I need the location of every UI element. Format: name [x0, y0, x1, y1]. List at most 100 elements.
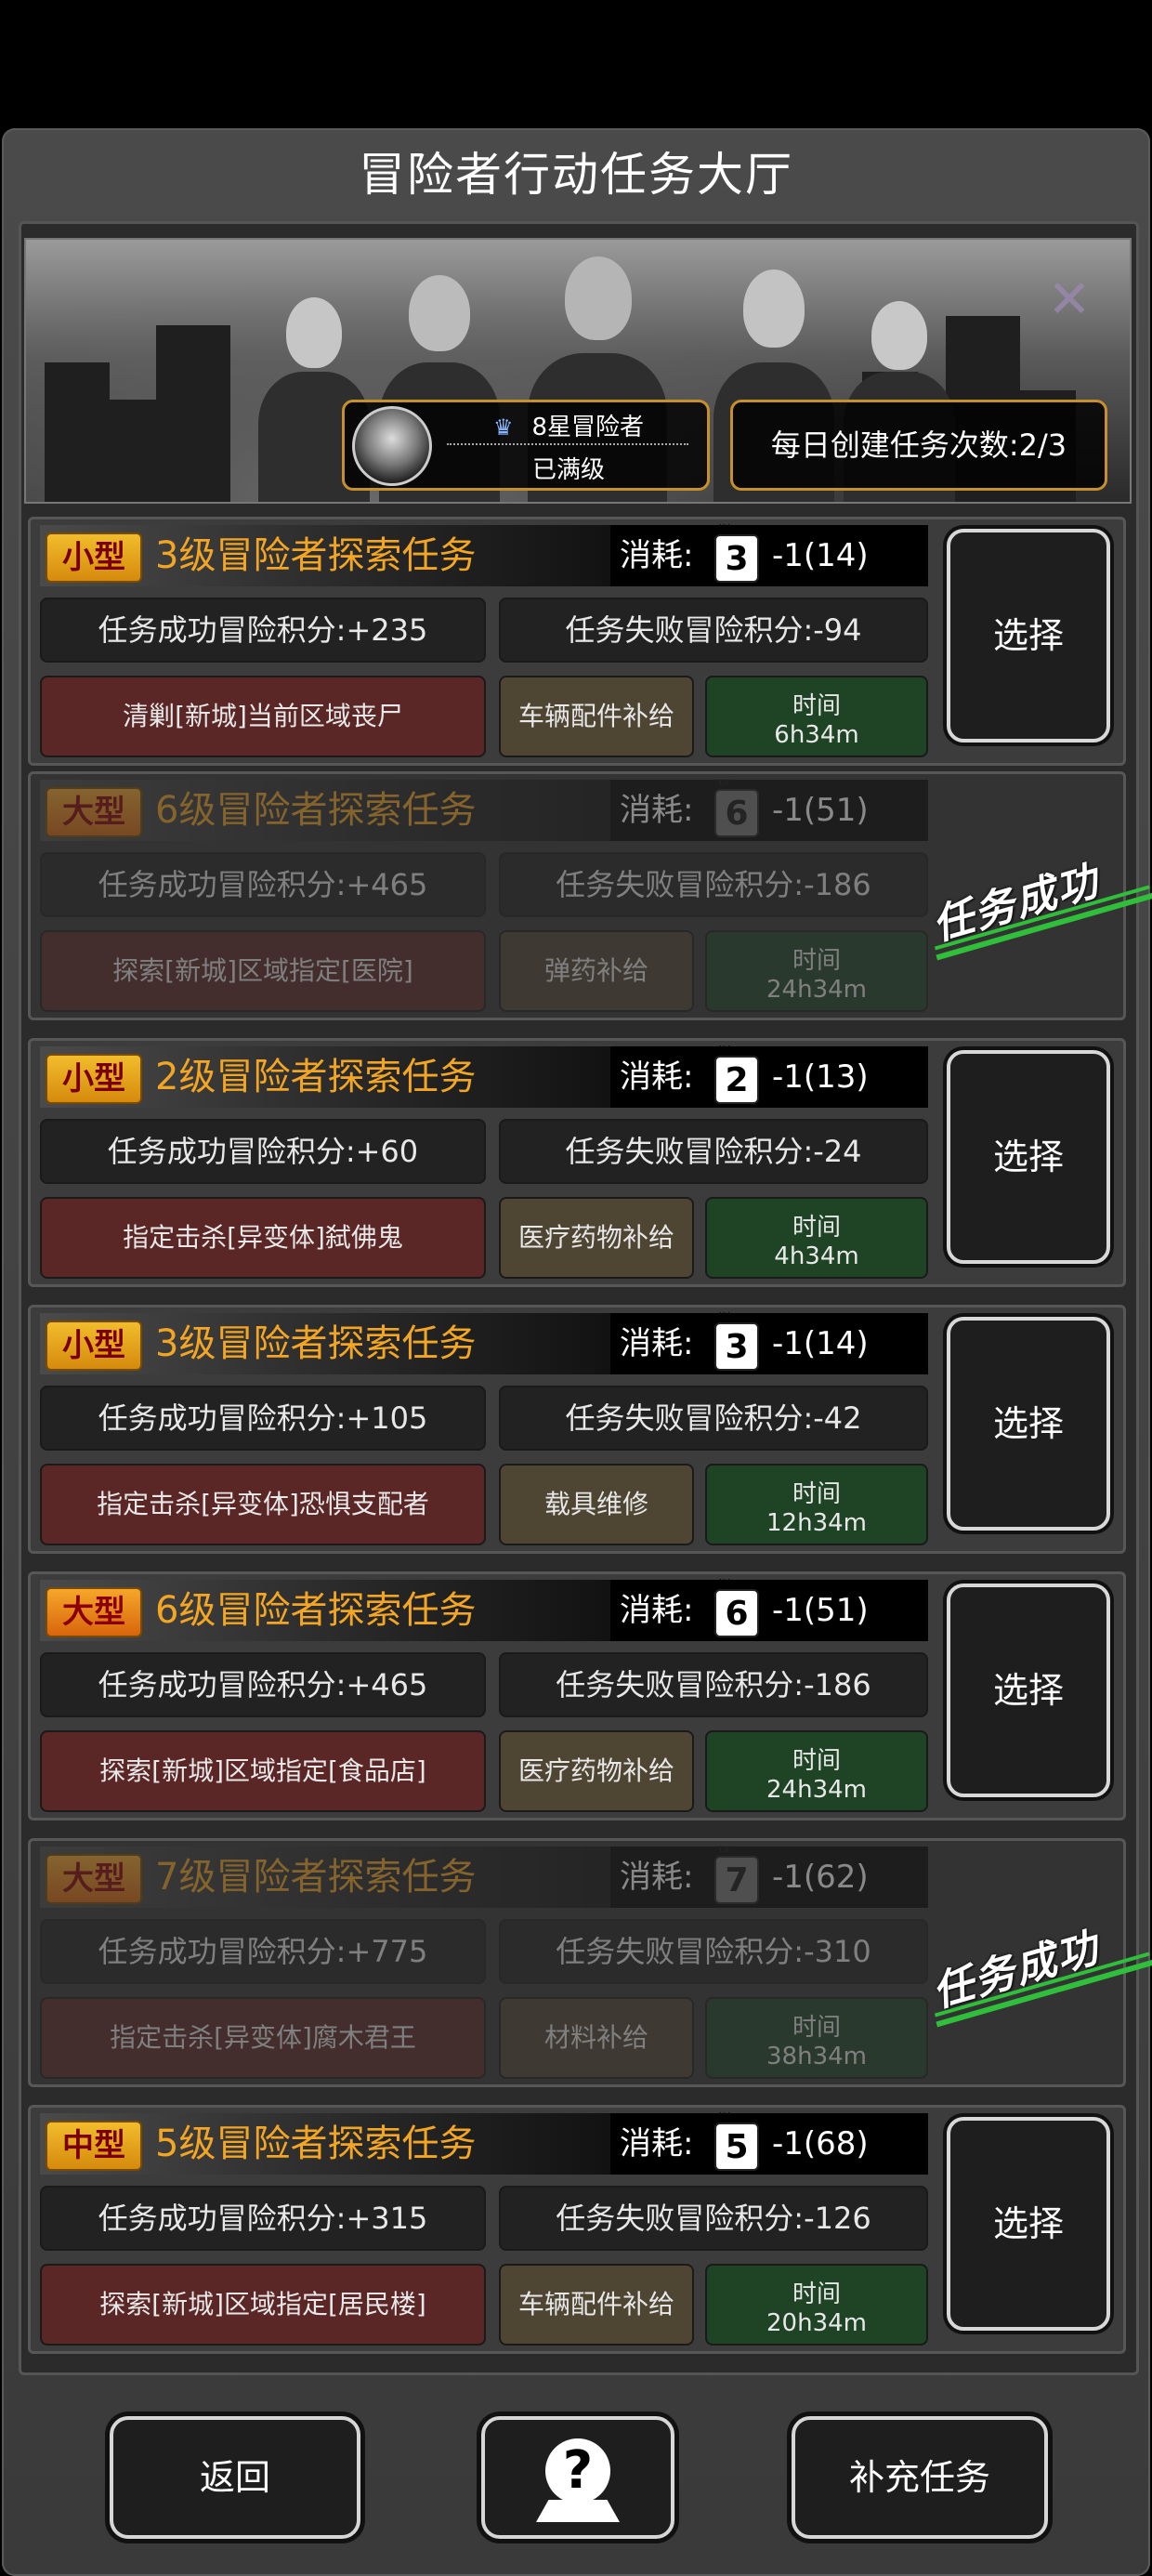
- mission-reward: 载具维修: [499, 1464, 694, 1545]
- select-button[interactable]: 选择: [947, 2117, 1110, 2331]
- help-button[interactable]: ?: [481, 2416, 674, 2539]
- mission-name: 3级冒险者探索任务: [155, 1322, 477, 1365]
- crown-icon: ♛: [492, 414, 514, 440]
- success-points: 任务成功冒险积分:+775: [40, 1919, 486, 1984]
- cost-label: 消耗:: [620, 1859, 694, 1896]
- mission-time: 时间 38h34m: [705, 1997, 928, 2079]
- time-label: 时间: [792, 2280, 841, 2308]
- level-card-icon: 7: [714, 1845, 759, 1904]
- mission-size-tag: 小型: [46, 1321, 142, 1371]
- fail-points: 任务失败冒险积分:-94: [499, 598, 928, 663]
- mission-name: 5级冒险者探索任务: [155, 2123, 477, 2165]
- mission-objective: 探索[新城]区域指定[医院]: [40, 930, 486, 1012]
- time-value: 20h34m: [766, 2309, 867, 2337]
- mission-name: 6级冒险者探索任务: [155, 789, 477, 832]
- page-title: 冒险者行动任务大厅: [359, 148, 793, 202]
- time-value: 6h34m: [774, 721, 859, 749]
- avatar: [352, 406, 432, 486]
- cost-value: -1(51): [772, 1592, 869, 1629]
- cost-value: -1(14): [772, 537, 869, 574]
- fail-points: 任务失败冒险积分:-24: [499, 1119, 928, 1184]
- cost-value: -1(14): [772, 1325, 869, 1362]
- mission-card[interactable]: 大型 6级冒险者探索任务 消耗: 6 -1(51) 任务成功冒险积分:+465任务失败冒险…: [28, 1571, 1126, 1820]
- fail-points: 任务失败冒险积分:-186: [499, 1652, 928, 1717]
- mission-size-tag: 大型: [46, 1854, 142, 1904]
- divider: [447, 443, 688, 445]
- time-label: 时间: [792, 2014, 841, 2042]
- time-value: 4h34m: [774, 1242, 859, 1270]
- faction-emblem-icon: ✕: [1047, 269, 1092, 330]
- select-button[interactable]: 选择: [947, 529, 1110, 743]
- mission-name: 3级冒险者探索任务: [155, 534, 477, 577]
- daily-create-count: 每日创建任务次数:2/3: [730, 400, 1107, 491]
- level-card-icon: 5: [714, 2111, 759, 2171]
- mission-time: 时间 24h34m: [705, 930, 928, 1012]
- mission-objective: 探索[新城]区域指定[居民楼]: [40, 2264, 486, 2346]
- rank-title: 8星冒险者: [531, 414, 645, 441]
- mission-objective: 清剿[新城]当前区域丧尸: [40, 676, 486, 757]
- cost-label: 消耗:: [620, 1325, 694, 1362]
- mission-reward: 车辆配件补给: [499, 2264, 694, 2346]
- mission-header: 小型 3级冒险者探索任务 消耗: 3 -1(14): [40, 523, 928, 586]
- select-button[interactable]: 选择: [947, 1317, 1110, 1531]
- mission-size-tag: 大型: [46, 787, 142, 837]
- mission-size-tag: 大型: [46, 1587, 142, 1637]
- time-label: 时间: [792, 1480, 841, 1508]
- cost-label: 消耗:: [620, 2125, 694, 2162]
- success-points: 任务成功冒险积分:+315: [40, 2186, 486, 2251]
- back-button[interactable]: 返回: [110, 2416, 360, 2539]
- mission-size-tag: 中型: [46, 2121, 142, 2171]
- mission-time: 时间 24h34m: [705, 1730, 928, 1812]
- refill-tasks-button[interactable]: 补充任务: [792, 2416, 1048, 2539]
- adventurer-rank-panel: ♛ 8星冒险者 已满级: [342, 400, 710, 491]
- mission-objective: 指定击杀[异变体]弑佛鬼: [40, 1197, 486, 1279]
- mission-card: 大型 6级冒险者探索任务 消耗: 6 -1(51) 任务成功冒险积分:+465任务失败冒险…: [28, 771, 1126, 1020]
- time-value: 38h34m: [766, 2043, 867, 2070]
- map-base-icon: [536, 2500, 620, 2522]
- cost-value: -1(62): [772, 1859, 869, 1896]
- mission-name: 6级冒险者探索任务: [155, 1589, 477, 1632]
- success-points: 任务成功冒险积分:+235: [40, 598, 486, 663]
- time-value: 24h34m: [766, 976, 867, 1004]
- mission-objective: 探索[新城]区域指定[食品店]: [40, 1730, 486, 1812]
- time-label: 时间: [792, 1214, 841, 1242]
- mission-card[interactable]: 小型 3级冒险者探索任务 消耗: 3 -1(14) 任务成功冒险积分:+235任务失败冒险…: [28, 517, 1126, 766]
- mission-name: 7级冒险者探索任务: [155, 1856, 477, 1899]
- mission-time: 时间 20h34m: [705, 2264, 928, 2346]
- success-points: 任务成功冒险积分:+60: [40, 1119, 486, 1184]
- mission-card[interactable]: 小型 2级冒险者探索任务 消耗: 2 -1(13) 任务成功冒险积分:+60任务失败冒险积…: [28, 1038, 1126, 1287]
- mission-reward: 医疗药物补给: [499, 1730, 694, 1812]
- rank-status: 已满级: [531, 456, 605, 484]
- time-value: 12h34m: [766, 1509, 867, 1537]
- fail-points: 任务失败冒险积分:-42: [499, 1386, 928, 1451]
- level-card-icon: 6: [714, 778, 759, 837]
- fail-points: 任务失败冒险积分:-310: [499, 1919, 928, 1984]
- mission-reward: 材料补给: [499, 1997, 694, 2079]
- mission-header: 小型 3级冒险者探索任务 消耗: 3 -1(14): [40, 1311, 928, 1374]
- mission-header: 大型 6级冒险者探索任务 消耗: 6 -1(51): [40, 1578, 928, 1641]
- mission-size-tag: 小型: [46, 532, 142, 583]
- time-label: 时间: [792, 947, 841, 975]
- cost-value: -1(51): [772, 792, 869, 829]
- cost-value: -1(13): [772, 1058, 869, 1096]
- mission-time: 时间 4h34m: [705, 1197, 928, 1279]
- select-button[interactable]: 选择: [947, 1584, 1110, 1797]
- mission-time: 时间 6h34m: [705, 676, 928, 757]
- mission-header: 小型 2级冒险者探索任务 消耗: 2 -1(13): [40, 1045, 928, 1108]
- time-label: 时间: [792, 692, 841, 720]
- cost-label: 消耗:: [620, 792, 694, 829]
- select-button[interactable]: 选择: [947, 1050, 1110, 1264]
- success-points: 任务成功冒险积分:+105: [40, 1386, 486, 1451]
- mission-card[interactable]: 中型 5级冒险者探索任务 消耗: 5 -1(68) 任务成功冒险积分:+315任务失败冒险…: [28, 2105, 1126, 2354]
- level-card-icon: 3: [714, 1311, 759, 1371]
- mission-size-tag: 小型: [46, 1054, 142, 1104]
- fail-points: 任务失败冒险积分:-186: [499, 852, 928, 917]
- mission-card: 大型 7级冒险者探索任务 消耗: 7 -1(62) 任务成功冒险积分:+775任务失败冒险…: [28, 1838, 1126, 2087]
- mission-reward: 医疗药物补给: [499, 1197, 694, 1279]
- mission-card[interactable]: 小型 3级冒险者探索任务 消耗: 3 -1(14) 任务成功冒险积分:+105任务失败冒险…: [28, 1305, 1126, 1554]
- mission-header: 中型 5级冒险者探索任务 消耗: 5 -1(68): [40, 2111, 928, 2175]
- cost-label: 消耗:: [620, 1592, 694, 1629]
- mission-reward: 车辆配件补给: [499, 676, 694, 757]
- fail-points: 任务失败冒险积分:-126: [499, 2186, 928, 2251]
- time-label: 时间: [792, 1747, 841, 1775]
